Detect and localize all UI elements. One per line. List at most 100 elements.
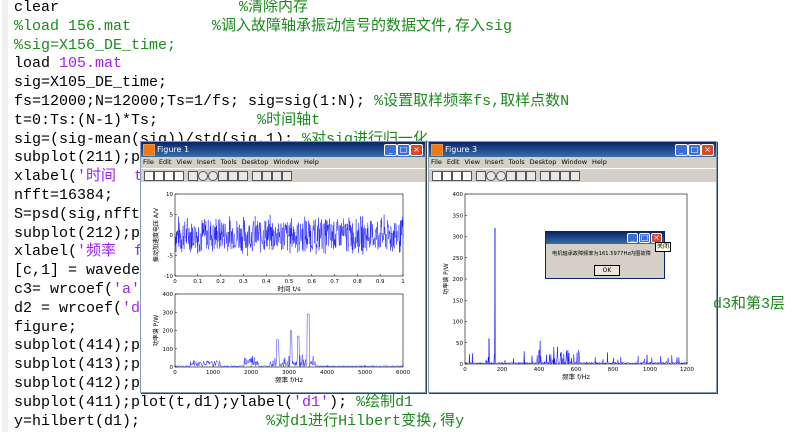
y-tick-label: -5 [168, 254, 174, 260]
zoom-out-icon[interactable] [208, 171, 218, 181]
pointer-icon[interactable] [188, 171, 198, 181]
pan-icon[interactable] [506, 171, 516, 181]
menu-item-help[interactable]: Help [592, 158, 607, 166]
line-gutter [2, 393, 8, 413]
pointer-icon[interactable] [476, 171, 486, 181]
new-icon[interactable] [144, 171, 154, 181]
plot-icon[interactable] [282, 171, 292, 181]
line-gutter [2, 17, 8, 37]
maximize-button[interactable]: □ [397, 144, 410, 156]
new-icon[interactable] [432, 171, 442, 181]
figure3-titlebar[interactable]: Figure 3 _ □ × [429, 142, 716, 157]
print-icon[interactable] [174, 171, 184, 181]
line-gutter [2, 149, 8, 169]
figure1-titlebar[interactable]: Figure 1 _ □ × [141, 142, 425, 157]
fig3-axes-box [464, 193, 688, 365]
brush-icon[interactable] [540, 171, 550, 181]
y-tick-label: 400 [163, 292, 174, 298]
dialog-maximize-button[interactable]: □ [639, 233, 650, 243]
x-tick-label: 5000 [358, 370, 372, 376]
code-text: clear %清除内存 [14, 0, 309, 16]
matlab-icon [431, 144, 443, 156]
y-tick-label: -10 [164, 274, 173, 280]
menu-item-edit[interactable]: Edit [159, 158, 172, 166]
menu-item-window[interactable]: Window [273, 158, 299, 166]
close-button[interactable]: × [410, 144, 423, 156]
y-tick-label: 250 [453, 256, 464, 262]
open-icon[interactable] [442, 171, 452, 181]
plot-icon[interactable] [570, 171, 580, 181]
menu-item-help[interactable]: Help [304, 158, 319, 166]
code-text: subplot(411);plot(t,d1);ylabel('d1'); %绘… [14, 393, 414, 411]
line-gutter [2, 281, 8, 300]
rotate-icon[interactable] [228, 171, 238, 181]
line-gutter [2, 337, 8, 357]
menu-item-tools[interactable]: Tools [509, 158, 525, 166]
maximize-button[interactable]: □ [688, 144, 701, 156]
rotate-icon[interactable] [516, 171, 526, 181]
message-dialog[interactable]: _ □ × 电机轴承故障频率为161.5977Hz内圈故障 OK [545, 231, 665, 279]
menu-item-desktop[interactable]: Desktop [242, 158, 269, 166]
save-icon[interactable] [164, 171, 174, 181]
fig1-top-xlabel: 时间 t/s [277, 284, 301, 293]
y-tick-label: 300 [163, 310, 174, 316]
menu-item-file[interactable]: File [143, 158, 154, 166]
code-text: xlabel('时间 t [14, 168, 144, 186]
menu-item-insert[interactable]: Insert [485, 158, 504, 166]
datacursor-icon[interactable] [526, 171, 536, 181]
figure3-chart: 0 200 400 600 800 1000 12004003503002502001501… [442, 192, 694, 381]
legend-icon[interactable] [560, 171, 570, 181]
code-text: load 105.mat [14, 55, 123, 73]
y-tick-label: 50 [456, 341, 463, 347]
line-gutter [2, 55, 8, 75]
colorbar-icon[interactable] [262, 171, 272, 181]
datacursor-icon[interactable] [238, 171, 248, 181]
code-text: %sig=X156_DE_time; [14, 36, 177, 54]
menu-item-window[interactable]: Window [561, 158, 587, 166]
fig3-ylabel: 功率谱 P/W [442, 263, 450, 295]
figure1-window[interactable]: Figure 1 _ □ × File Edit View Insert Tools De… [140, 141, 426, 393]
dialog-titlebar[interactable]: _ □ × [546, 232, 664, 244]
menu-item-edit[interactable]: Edit [447, 158, 460, 166]
colorbar-icon[interactable] [550, 171, 560, 181]
print-icon[interactable] [462, 171, 472, 181]
menu-item-insert[interactable]: Insert [197, 158, 216, 166]
menu-item-desktop[interactable]: Desktop [530, 158, 557, 166]
zoom-in-icon[interactable] [198, 171, 208, 181]
figure3-title: Figure 3 [445, 145, 478, 154]
zoom-out-icon[interactable] [496, 171, 506, 181]
minimize-button[interactable]: _ [384, 144, 397, 156]
zoom-in-icon[interactable] [486, 171, 496, 181]
ok-button[interactable]: OK [594, 265, 620, 276]
line-gutter [2, 168, 8, 188]
code-text: subplot(414);p [14, 337, 141, 355]
legend-icon[interactable] [272, 171, 282, 181]
line-gutter [2, 36, 8, 56]
close-button[interactable]: × [701, 144, 714, 156]
open-icon[interactable] [154, 171, 164, 181]
dialog-minimize-button[interactable]: _ [627, 233, 638, 243]
x-tick-label: 800 [608, 367, 619, 373]
line-gutter [2, 375, 8, 394]
code-text: subplot(413);p [14, 356, 141, 374]
menu-item-tools[interactable]: Tools [221, 158, 237, 166]
y-tick-label: 100 [453, 320, 464, 326]
menu-item-view[interactable]: View [464, 158, 479, 166]
brush-icon[interactable] [252, 171, 262, 181]
code-text: c3= wrcoef('a' [14, 281, 141, 298]
x-tick-label: 200 [497, 367, 508, 373]
y-tick-label: 400 [453, 192, 464, 198]
pan-icon[interactable] [218, 171, 228, 181]
menu-item-file[interactable]: File [431, 158, 442, 166]
y-tick-label: 150 [453, 298, 464, 304]
minimize-button[interactable]: _ [675, 144, 688, 156]
code-text: subplot(211);p [14, 149, 141, 167]
menu-item-view[interactable]: View [176, 158, 191, 166]
save-icon[interactable] [452, 171, 462, 181]
x-tick-label: 0.2 [216, 279, 225, 285]
code-text: xlabel('频率 f [14, 243, 144, 261]
code-text: nfft=16384; [14, 187, 114, 204]
line-gutter [2, 93, 8, 112]
y-tick-label: 300 [453, 235, 464, 241]
y-tick-label: 0 [170, 365, 174, 371]
